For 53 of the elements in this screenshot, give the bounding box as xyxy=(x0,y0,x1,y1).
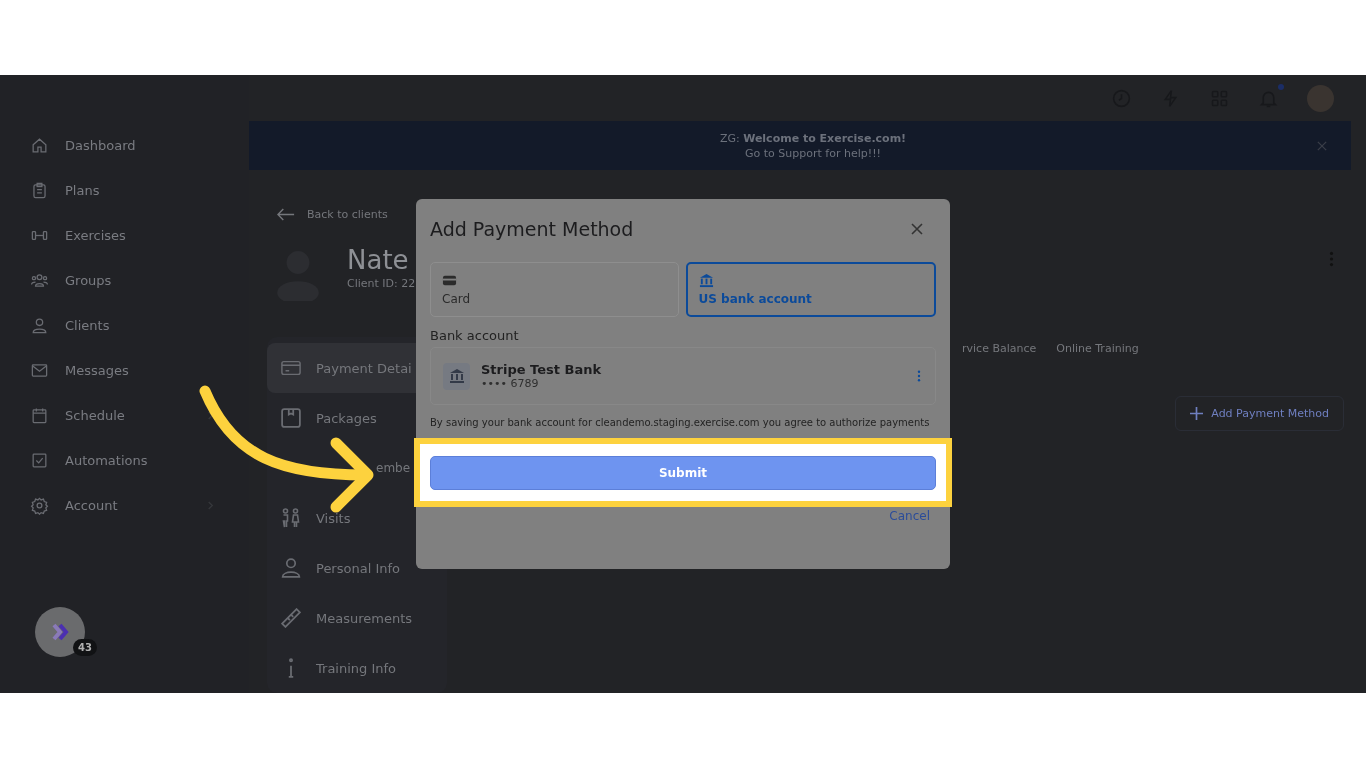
disclaimer-text: By saving your bank account for cleandemo.staging.exercise.com you agree to authorize payments xyxy=(430,417,931,428)
account-number: •••• 6789 xyxy=(481,377,540,390)
count-badge: 43 xyxy=(73,639,97,656)
client-nav-item[interactable]: Personal Info xyxy=(267,543,447,593)
clipboard-icon xyxy=(30,181,49,200)
tab[interactable]: rvice Balance xyxy=(962,342,1037,355)
calendar-icon xyxy=(30,406,49,425)
client-nav-item[interactable]: Training Info xyxy=(267,643,447,693)
cancel-button[interactable]: Cancel xyxy=(883,509,936,523)
bank-icon xyxy=(698,273,714,288)
sidebar-item[interactable]: Messages xyxy=(0,348,249,393)
banner-text: ZG: Welcome to Exercise.com! xyxy=(719,131,907,145)
dialog-title: Add Payment Method xyxy=(430,218,634,240)
close-icon[interactable] xyxy=(1317,140,1327,151)
sidebar-item[interactable]: Exercises xyxy=(0,213,249,258)
plus-icon xyxy=(1190,407,1204,420)
home-icon xyxy=(30,136,49,155)
close-icon[interactable] xyxy=(911,223,923,235)
gear-icon xyxy=(30,496,49,515)
card-icon xyxy=(442,273,457,288)
person-icon xyxy=(281,558,301,578)
checkbox-icon xyxy=(30,451,49,470)
sidebar-item[interactable]: Groups xyxy=(0,258,249,303)
bank-icon xyxy=(443,362,470,390)
bank-name: Stripe Test Bank xyxy=(481,362,603,377)
back-link[interactable]: Back to clients xyxy=(277,208,1344,221)
client-id: Client ID: 22 xyxy=(347,277,416,290)
sidebar-item[interactable]: Automations xyxy=(0,438,249,483)
banner-text: Go to Support for help!!! xyxy=(745,146,881,160)
section-label: Bank account xyxy=(430,328,520,343)
person-icon xyxy=(30,316,49,335)
payment-method-tab[interactable]: US bank account xyxy=(685,262,936,317)
sidebar-item[interactable]: Account xyxy=(0,483,249,528)
more-icon[interactable] xyxy=(917,370,921,382)
submit-button[interactable]: Submit xyxy=(430,456,936,490)
user-avatar[interactable] xyxy=(1307,84,1334,112)
client-nav-item[interactable]: Measurements xyxy=(267,593,447,643)
sidebar-item[interactable]: Schedule xyxy=(0,393,249,438)
payment-method-tab[interactable]: Card xyxy=(430,262,679,317)
box-icon xyxy=(281,408,301,428)
arrow-left-icon xyxy=(277,208,295,221)
add-payment-method-button[interactable]: Add Payment Method xyxy=(1175,396,1344,431)
sidebar-item[interactable]: Plans xyxy=(0,168,249,213)
card-icon xyxy=(281,358,301,378)
sidebar-item[interactable]: Dashboard xyxy=(0,123,249,168)
ruler-icon xyxy=(281,608,301,628)
client-name: Nate xyxy=(347,245,410,275)
tab[interactable]: Online Training xyxy=(1056,342,1139,355)
visits-icon xyxy=(281,508,301,528)
mail-icon xyxy=(30,361,49,380)
sidebar-item[interactable]: Clients xyxy=(0,303,249,348)
client-nav-item[interactable]: Visits xyxy=(267,493,447,543)
group-icon xyxy=(30,271,49,290)
